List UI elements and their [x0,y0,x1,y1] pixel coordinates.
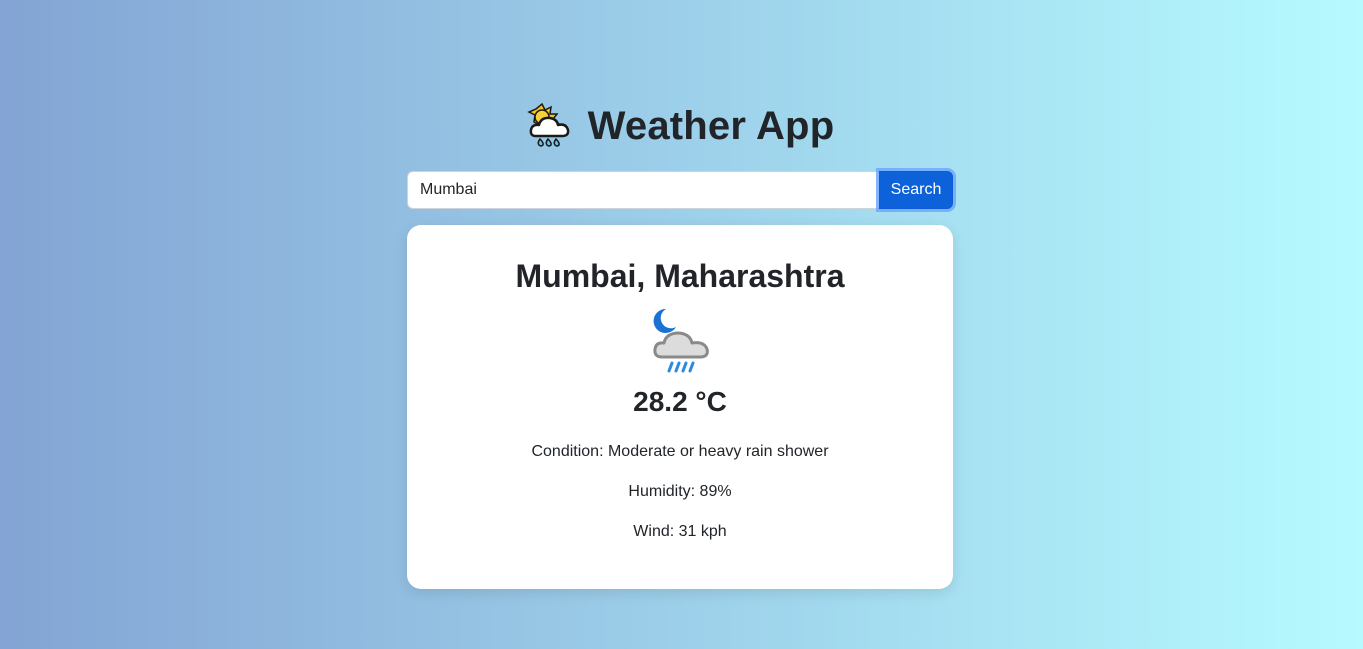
wind-text: Wind: 31 kph [633,523,727,540]
condition-text: Condition: Moderate or heavy rain shower [531,443,829,460]
location-title: Mumbai, Maharashtra [515,258,845,294]
search-button[interactable]: Search [879,171,953,209]
header: Weather App [407,96,953,156]
city-search-input[interactable] [407,171,879,209]
humidity-text: Humidity: 89% [628,483,732,500]
night-rain-cloud-icon [646,305,714,377]
weather-card: Mumbai, Maharashtra 28.2 °C Condition: M… [407,225,953,589]
page-title: Weather App [587,104,835,148]
temperature-value: 28.2 °C [633,386,727,417]
search-bar: Search [407,171,953,209]
sun-behind-rain-cloud-icon [526,102,574,150]
